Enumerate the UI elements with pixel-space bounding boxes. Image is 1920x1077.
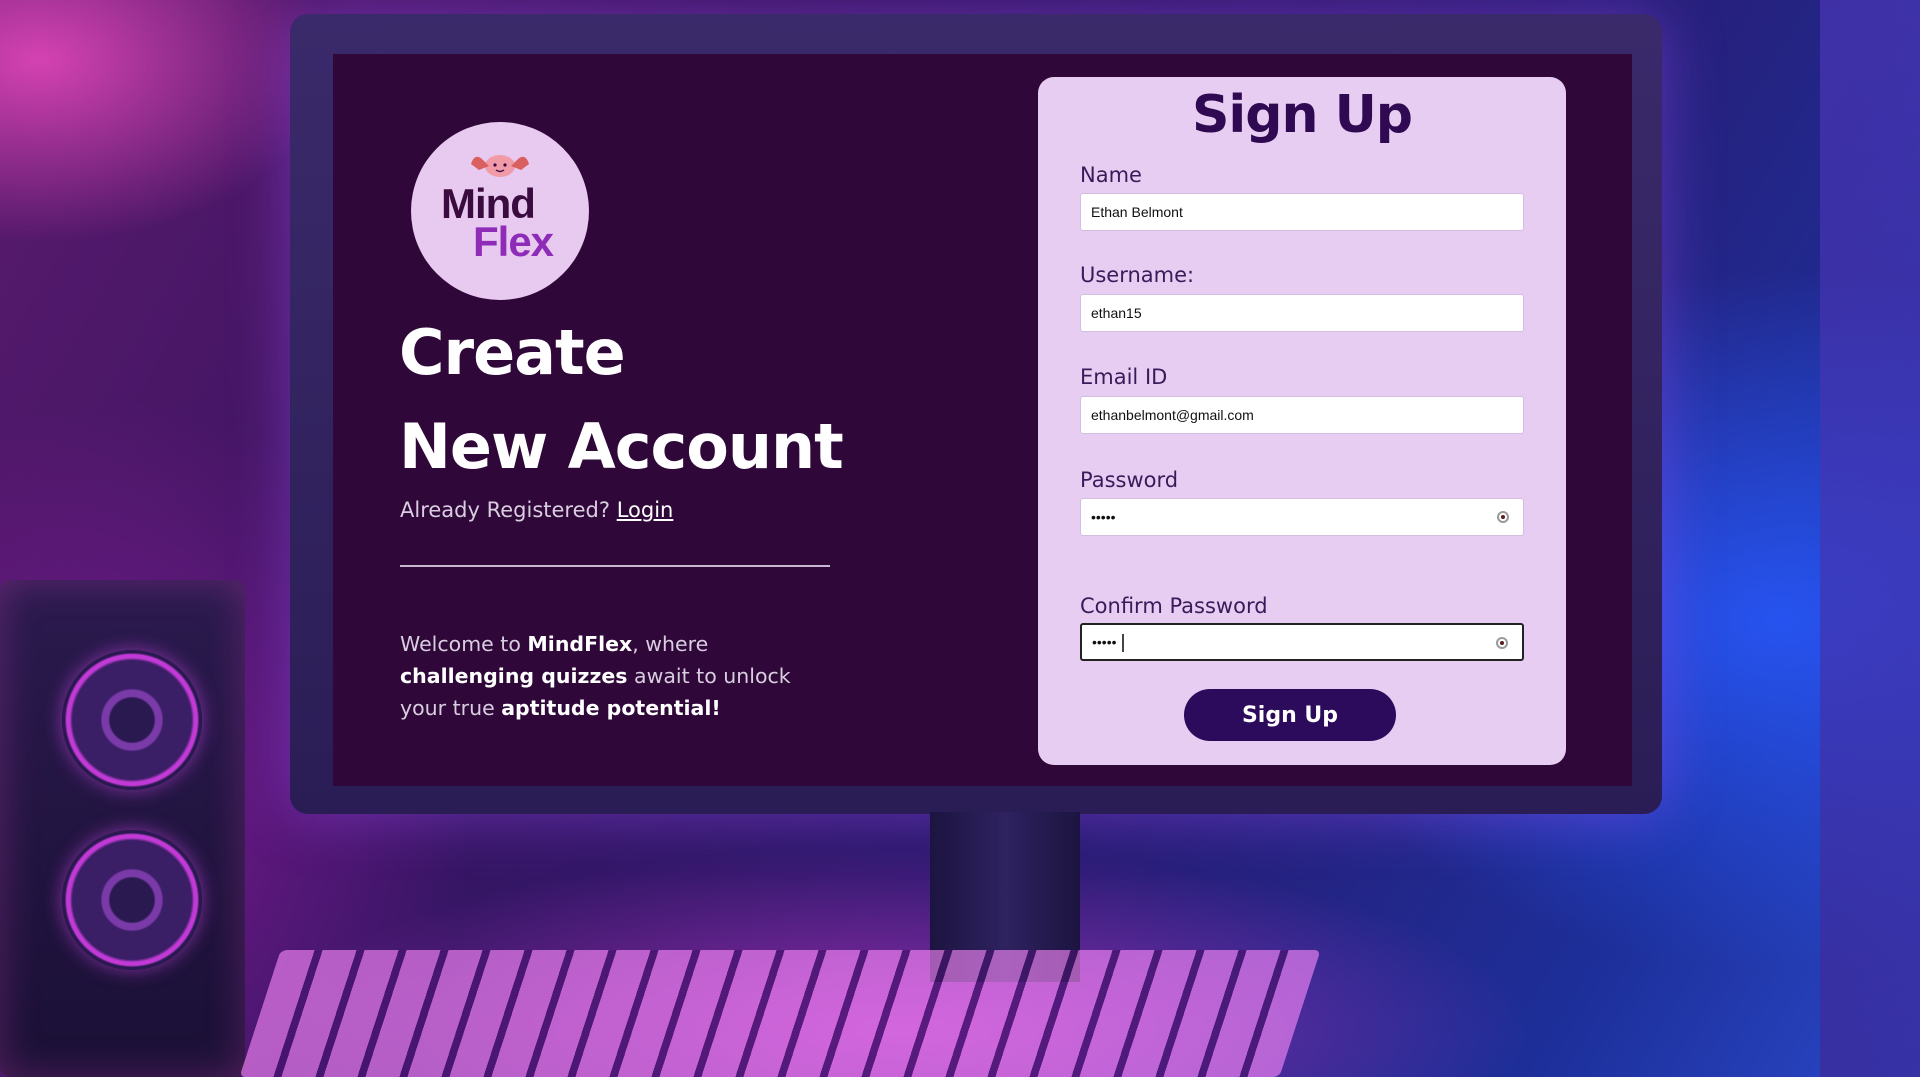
mindflex-logo: Mind Flex (411, 122, 589, 300)
page-heading-line1: Create (399, 316, 626, 389)
password-label: Password (1080, 468, 1179, 492)
welcome-brand: MindFlex (527, 632, 633, 656)
confirm-password-field (1080, 623, 1524, 661)
username-label: Username: (1080, 263, 1195, 287)
password-input[interactable] (1081, 499, 1523, 535)
keyboard (239, 950, 1321, 1077)
email-label: Email ID (1080, 365, 1168, 389)
name-field (1080, 193, 1524, 231)
name-input[interactable] (1081, 194, 1523, 230)
speaker-cone-lower (62, 830, 202, 970)
email-input[interactable] (1081, 397, 1523, 433)
already-registered-label: Already Registered? (400, 498, 610, 522)
username-input[interactable] (1081, 295, 1523, 331)
background-wall-light (1820, 0, 1920, 1077)
signup-button[interactable]: Sign Up (1184, 689, 1396, 741)
signup-title: Sign Up (1191, 85, 1413, 145)
confirm-password-input[interactable] (1082, 625, 1522, 659)
logo-text-flex: Flex (473, 218, 554, 265)
welcome-text-1: Welcome to (400, 632, 528, 656)
welcome-bold-quizzes: challenging quizzes (400, 664, 628, 688)
name-label: Name (1080, 163, 1142, 187)
already-registered-text: Already Registered? Login (400, 498, 673, 522)
brain-mascot-icon (471, 155, 529, 177)
signup-card: Sign Up Name Username: Email ID Password… (1038, 77, 1566, 765)
welcome-text-2: , where (632, 632, 709, 656)
show-password-eye-icon[interactable] (1497, 511, 1509, 523)
signup-page: Mind Flex Create New Account Already Reg… (333, 54, 1632, 786)
welcome-bold-potential: aptitude potential! (501, 696, 721, 720)
speaker (0, 580, 245, 1077)
username-field (1080, 294, 1524, 332)
welcome-message: Welcome to MindFlex, where challenging q… (400, 628, 840, 724)
text-cursor-icon (1122, 634, 1124, 652)
speaker-cone-upper (62, 650, 202, 790)
confirm-password-label: Confirm Password (1080, 594, 1268, 618)
login-link[interactable]: Login (617, 498, 674, 522)
show-confirm-password-eye-icon[interactable] (1496, 637, 1508, 649)
email-field (1080, 396, 1524, 434)
password-field (1080, 498, 1524, 536)
divider (400, 565, 830, 567)
page-heading-line2: New Account (399, 410, 844, 483)
